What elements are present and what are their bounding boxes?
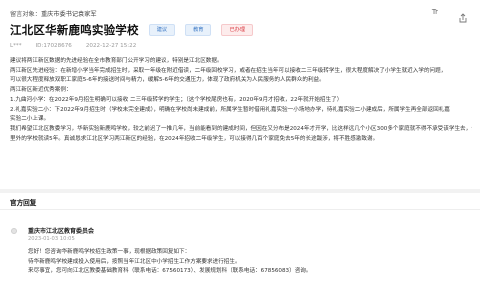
avatar [11,228,17,234]
reply-line: 您好！您咨询华新鹿鸣学校招生政策一事，现根据政策回复如下： [28,249,191,255]
author: L*** [10,43,22,49]
title-row: 江北区华新鹿鸣实验学校 建议 教育 已办理 [10,22,254,38]
content-line: 我们希望江北区教委学习，华新实验新鹿鸣学校，较之前迟了一推几年，当前能看到的建成… [10,125,472,132]
reply-section-title: 官方回复 [10,199,37,207]
breadcrumb-target[interactable]: 重庆市委书记袁家军 [41,11,97,18]
post-content: 建议将两江新区数据的先进经验在全市教育部门公开学习的建议，特别是江北区数据。 两… [10,57,472,144]
reply-org: 重庆市江北区教育委员会 [28,228,95,235]
content-line: 实验二小上课。 [10,116,50,123]
post-datetime: 2022-12-27 15:22 [85,43,137,49]
content-line: 2.礼嘉实验二小：下2022年9月招生时（学校未完全建成），明确在学校尚未建成前… [10,106,450,113]
status-badge: 已办理 [221,24,254,36]
reply-line: 来尽事宜，您可向江北区教委基础教育科（联系电话：67560173）、发展规划科（… [28,268,312,275]
page-title: 江北区华新鹿鸣实验学校 [10,23,139,37]
font-size-icon[interactable]: Tr [432,8,438,18]
post-meta: L*** ID:17028676 2022-12-27 15:22 [10,43,136,49]
content-line: 建议将两江新区数据的先进经验在全市教育部门公开学习的建议，特别是江北区数据。 [10,58,223,64]
content-line: 可以很大程度释放双职工家庭5-6年的接送时间与精力，缓解5-6年的交通压力，体现… [10,77,325,84]
reply-line: 待华新鹿鸣学校建成投入使用后，按照当年江北区中小学招生工作方案要求进行招生。 [28,258,241,265]
content-line: 两江新区新近优秀案例： [10,87,72,94]
share-icon[interactable] [458,8,468,23]
breadcrumb: 留言对象：重庆市委书记袁家军 [10,9,97,18]
tag-suggestion: 建议 [148,24,176,36]
reply-content: 您好！您咨询华新鹿鸣学校招生政策一事，现根据政策回复如下： 待华新鹿鸣学校建成投… [28,248,472,277]
section-divider [0,189,480,193]
toolbar: Tr [432,8,468,23]
content-line: 1.九曲河小学：在2022年9月招生明确可以接收 二三年级转学的学生；（这个学校… [10,96,343,103]
reply-date: 2023-01-03 10:05 [28,236,75,242]
tag-education: 教育 [185,24,212,36]
breadcrumb-prefix: 留言对象： [10,11,41,18]
post-id: ID:17028676 [35,43,72,49]
content-line: 里外的学校就读5年。真诚恳求江北区学习两江新区的经验，在2024年招收二年级学生… [10,135,379,142]
section-underline [0,209,480,210]
content-line: 两江新区先进经验：在新增小学当年完成招生时，采取一年级在附近借读，二年级回校学习… [10,67,447,74]
